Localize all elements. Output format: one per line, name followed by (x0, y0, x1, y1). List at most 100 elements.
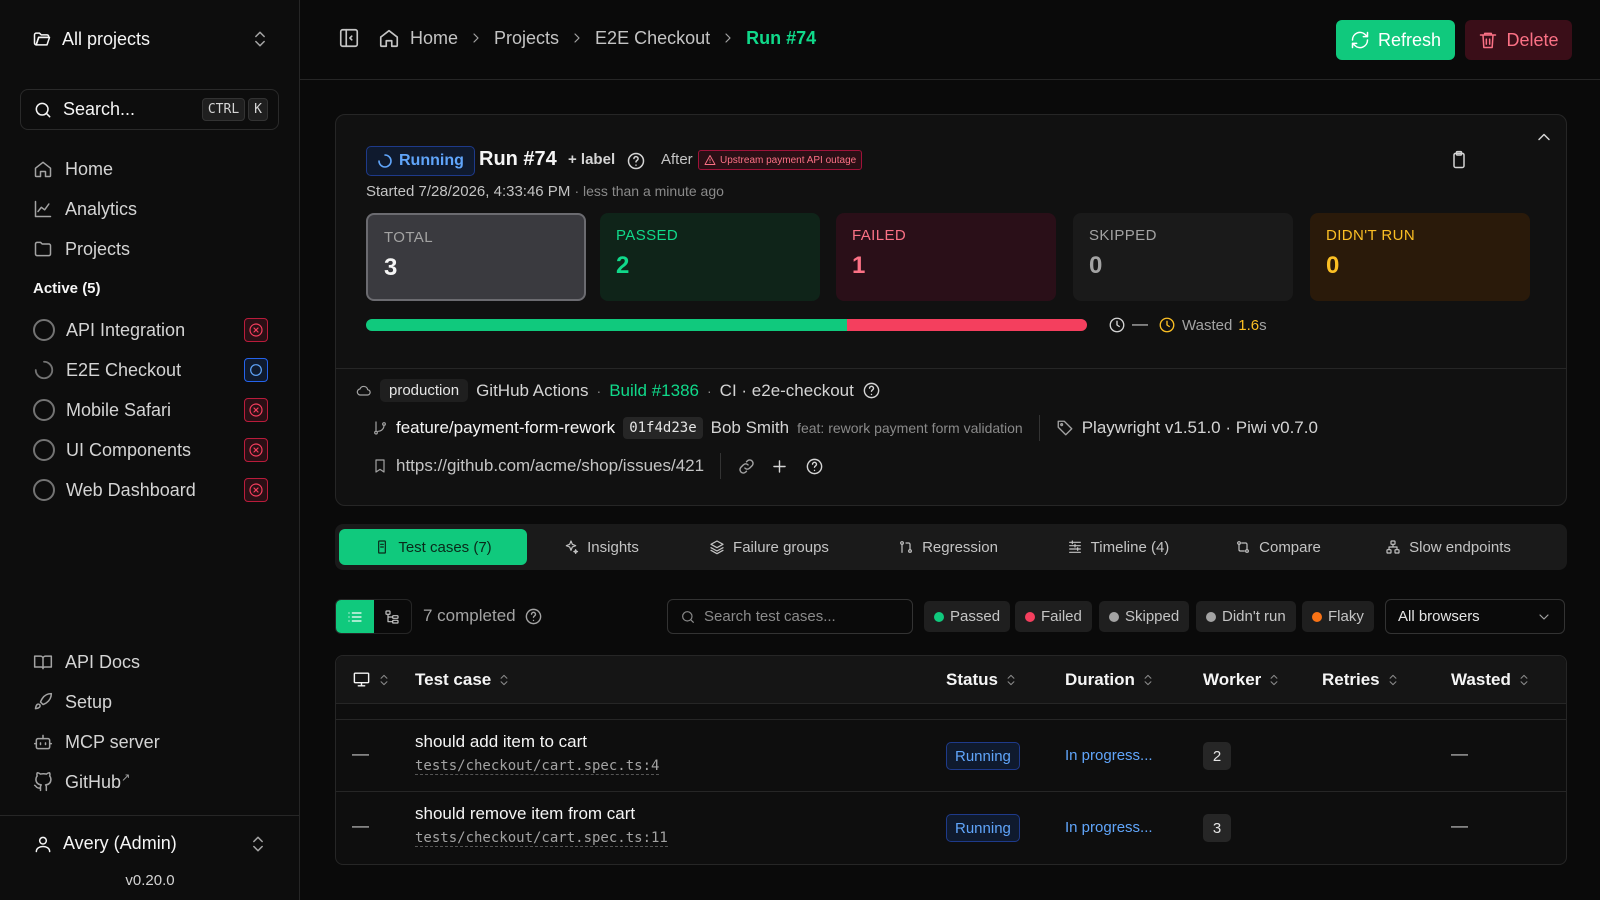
issue-link[interactable]: https://github.com/acme/shop/issues/421 (396, 456, 704, 476)
filter-passed[interactable]: Passed (924, 601, 1011, 632)
plus-icon[interactable] (770, 457, 789, 476)
help-circle-icon[interactable] (805, 457, 824, 476)
active-item-web-dashboard[interactable]: Web Dashboard (33, 475, 268, 505)
filter-failed[interactable]: Failed (1015, 601, 1092, 632)
ci-job: CI · e2e-checkout (719, 380, 854, 400)
col-label: Wasted (1451, 670, 1511, 689)
col-label: Duration (1065, 670, 1135, 689)
active-item-e2e-checkout[interactable]: E2E Checkout (33, 355, 268, 385)
nav-projects[interactable]: Projects (33, 235, 273, 263)
stat-skipped-label: SKIPPED (1089, 227, 1157, 244)
sidebar-search[interactable]: Search... CTRL K (20, 89, 279, 130)
tab-regression[interactable]: Regression (863, 529, 1033, 565)
commit-info-row: feature/payment-form-rework 01f4d23e Bob… (372, 415, 1318, 441)
col-worker[interactable]: Worker (1203, 670, 1281, 690)
breadcrumb-project[interactable]: E2E Checkout (595, 28, 710, 49)
tree-view-button[interactable] (374, 600, 412, 633)
col-retries[interactable]: Retries (1322, 670, 1400, 690)
test-case-name[interactable]: should remove item from cart (415, 804, 635, 824)
test-case-path[interactable]: tests/checkout/cart.spec.ts:4 (415, 758, 660, 775)
stat-didnt-run[interactable]: DIDN'T RUN 0 (1310, 213, 1530, 301)
tab-failure-groups[interactable]: Failure groups (675, 529, 863, 565)
user-icon (35, 836, 51, 852)
home-icon[interactable] (378, 27, 400, 49)
refresh-button[interactable]: Refresh (1336, 20, 1455, 60)
failed-dot (1025, 611, 1035, 622)
active-item-api-integration[interactable]: API Integration (33, 315, 268, 345)
col-test-case[interactable]: Test case (415, 670, 511, 690)
tab-test-cases[interactable]: Test cases (7) (339, 529, 527, 565)
sidebar-toggle-icon[interactable] (338, 27, 360, 49)
table-row[interactable]: — should remove item from cart tests/che… (336, 792, 1566, 864)
stat-total[interactable]: TOTAL 3 (366, 213, 586, 301)
flaky-dot (1312, 611, 1322, 622)
browser-select[interactable]: All browsers (1385, 599, 1565, 634)
commit-author: Bob Smith (710, 418, 790, 437)
help-circle-icon[interactable] (626, 151, 646, 171)
active-item-ui-components[interactable]: UI Components (33, 435, 268, 465)
progress-failed-segment (846, 319, 1087, 331)
filter-flaky[interactable]: Flaky (1302, 601, 1374, 632)
project-switcher[interactable]: All projects (20, 22, 270, 56)
breadcrumb-projects[interactable]: Projects (494, 28, 559, 49)
issue-row: https://github.com/acme/shop/issues/421 (372, 453, 824, 479)
breadcrumb-home[interactable]: Home (410, 28, 458, 49)
nav-setup[interactable]: Setup (33, 688, 273, 716)
test-tube-icon (378, 540, 387, 554)
tab-label: Timeline (4) (1090, 538, 1170, 556)
outage-badge[interactable]: Upstream payment API outage (698, 150, 863, 170)
nav-home[interactable]: Home (33, 155, 273, 183)
chevron-up-icon[interactable] (1534, 127, 1554, 147)
build-link[interactable]: Build #1386 (609, 381, 699, 401)
user-menu[interactable]: Avery (Admin) (33, 833, 268, 854)
view-toggle (335, 599, 412, 634)
book-icon (33, 655, 53, 670)
test-search-input[interactable]: Search test cases... (667, 599, 913, 634)
rocket-icon (34, 692, 53, 710)
tab-compare[interactable]: Compare (1203, 529, 1353, 565)
delete-button[interactable]: Delete (1465, 20, 1572, 60)
tab-insights[interactable]: Insights (527, 529, 675, 565)
help-circle-icon[interactable] (524, 607, 543, 626)
alert-triangle-icon (704, 155, 716, 165)
stat-passed[interactable]: PASSED 2 (600, 213, 820, 301)
nav-api-docs[interactable]: API Docs (33, 648, 273, 676)
refresh-icon (1351, 31, 1369, 49)
sidebar-divider (0, 815, 300, 816)
col-browser[interactable] (352, 670, 391, 689)
col-status[interactable]: Status (946, 670, 1018, 690)
breadcrumb: Home Projects E2E Checkout Run #74 (338, 27, 816, 49)
status-circle-icon (33, 399, 55, 421)
nav-github[interactable]: GitHub↗ (33, 768, 273, 796)
run-progress-bar (366, 319, 1087, 331)
tab-slow-endpoints[interactable]: Slow endpoints (1353, 529, 1543, 565)
nav-mcp-server[interactable]: MCP server (33, 728, 273, 756)
test-case-name[interactable]: should add item to cart (415, 732, 587, 752)
commit-message: feat: rework payment form validation (797, 420, 1023, 436)
stat-didnt-value: 0 (1326, 252, 1340, 279)
network-icon (1386, 540, 1400, 554)
col-wasted[interactable]: Wasted (1451, 670, 1531, 690)
filter-skipped[interactable]: Skipped (1099, 601, 1190, 632)
test-case-path[interactable]: tests/checkout/cart.spec.ts:11 (415, 830, 668, 847)
help-circle-icon[interactable] (862, 381, 881, 400)
col-duration[interactable]: Duration (1065, 670, 1155, 690)
sort-icon (1144, 674, 1152, 686)
tab-timeline[interactable]: Timeline (4) (1033, 529, 1203, 565)
list-view-button[interactable] (336, 600, 374, 633)
nav-analytics[interactable]: Analytics (33, 195, 273, 223)
clipboard-icon[interactable] (1449, 150, 1469, 170)
wasted-label: Wasted (1182, 316, 1233, 334)
stat-failed[interactable]: FAILED 1 (836, 213, 1056, 301)
active-item-mobile-safari[interactable]: Mobile Safari (33, 395, 268, 425)
status-badge: Running (946, 742, 1020, 770)
stat-skipped[interactable]: SKIPPED 0 (1073, 213, 1293, 301)
filter-didnt-run[interactable]: Didn't run (1196, 601, 1296, 632)
link-icon[interactable] (737, 457, 756, 476)
completed-label: 7 completed (423, 606, 516, 625)
commit-sha[interactable]: 01f4d23e (623, 417, 703, 439)
tree-icon (385, 609, 399, 624)
table-row[interactable]: — should add item to cart tests/checkout… (336, 720, 1566, 792)
git-branch-icon (374, 421, 386, 435)
add-label-button[interactable]: + label (568, 151, 615, 168)
